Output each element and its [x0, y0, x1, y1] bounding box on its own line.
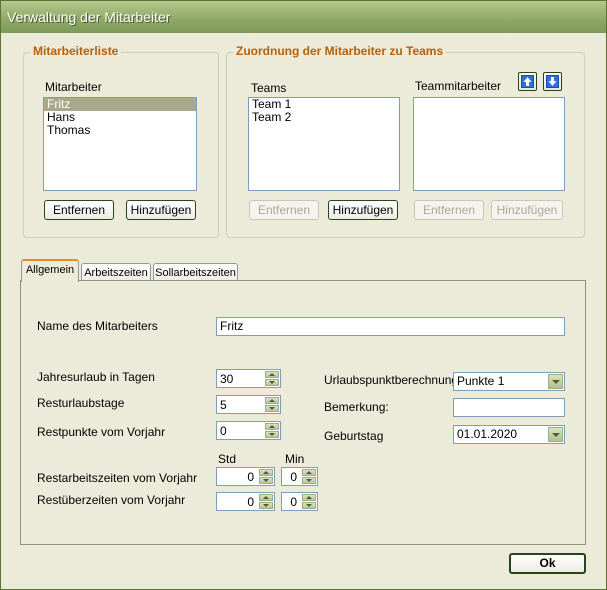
- remaining-worktime-minutes-stepper[interactable]: 0: [281, 467, 318, 486]
- remaining-points-label: Restpunkte vom Vorjahr: [37, 425, 166, 439]
- spin-up-icon[interactable]: [265, 371, 279, 378]
- team-members-listbox[interactable]: [413, 97, 565, 191]
- add-employee-button[interactable]: Hinzufügen: [126, 200, 196, 220]
- remaining-vacation-value: 5: [220, 398, 227, 412]
- teams-listbox[interactable]: Team 1 Team 2: [248, 97, 400, 191]
- add-team-member-button[interactable]: Hinzufügen: [491, 200, 563, 220]
- remaining-overtime-minutes-value: 0: [290, 495, 297, 509]
- vacation-days-label: Jahresurlaub in Tagen: [37, 370, 155, 384]
- remaining-overtime-minutes-spin-buttons[interactable]: [302, 494, 316, 509]
- vacation-days-spin-buttons[interactable]: [265, 371, 279, 386]
- employee-list-label: Mitarbeiter: [45, 80, 102, 94]
- spin-down-icon[interactable]: [259, 502, 273, 509]
- employee-listbox[interactable]: Fritz Hans Thomas: [43, 97, 197, 191]
- remaining-vacation-spin-buttons[interactable]: [265, 397, 279, 412]
- remove-team-member-button[interactable]: Entfernen: [414, 200, 484, 220]
- window-title: Verwaltung der Mitarbeiter: [7, 9, 171, 25]
- move-up-button[interactable]: [518, 72, 537, 91]
- hours-column-header: Std: [218, 452, 237, 466]
- remaining-vacation-stepper[interactable]: 5: [216, 395, 281, 414]
- spin-down-icon[interactable]: [302, 477, 316, 484]
- employee-name-label: Name des Mitarbeiters: [37, 319, 158, 333]
- spin-down-icon[interactable]: [265, 379, 279, 386]
- team-members-label: Teammitarbeiter: [415, 79, 502, 93]
- teams-label: Teams: [251, 81, 287, 95]
- remaining-points-spin-buttons[interactable]: [265, 423, 279, 438]
- vacation-days-stepper[interactable]: 30: [216, 369, 281, 388]
- remaining-vacation-label: Resturlaubstage: [37, 396, 125, 410]
- add-team-button[interactable]: Hinzufügen: [328, 200, 398, 220]
- spin-up-icon[interactable]: [265, 397, 279, 404]
- tab-general[interactable]: Allgemein: [21, 259, 79, 282]
- title-bar[interactable]: Verwaltung der Mitarbeiter: [1, 1, 606, 33]
- vacation-points-value: Punkte 1: [457, 374, 505, 388]
- remaining-overtime-minutes-stepper[interactable]: 0: [281, 492, 318, 511]
- minutes-column-header: Min: [285, 452, 305, 466]
- arrow-down-icon: [546, 75, 559, 88]
- spin-down-icon[interactable]: [265, 405, 279, 412]
- spin-up-icon[interactable]: [259, 469, 273, 476]
- remark-input[interactable]: [453, 398, 565, 417]
- remaining-overtime-hours-stepper[interactable]: 0: [216, 492, 275, 511]
- spin-up-icon[interactable]: [302, 469, 316, 476]
- chevron-down-icon[interactable]: [548, 427, 563, 442]
- spin-up-icon[interactable]: [265, 423, 279, 430]
- remaining-overtime-hours-spin-buttons[interactable]: [259, 494, 273, 509]
- remaining-points-stepper[interactable]: 0: [216, 421, 281, 440]
- remaining-worktime-label: Restarbeitszeiten vom Vorjahr: [37, 471, 198, 485]
- spin-up-icon[interactable]: [302, 494, 316, 501]
- birthday-label: Geburtstag: [324, 429, 384, 443]
- remove-team-button[interactable]: Entfernen: [249, 200, 319, 220]
- vacation-points-label: Urlaubspunktberechnung: [324, 373, 459, 387]
- employee-name-input[interactable]: Fritz: [216, 317, 565, 336]
- employee-list-group-title: Mitarbeiterliste: [30, 44, 122, 58]
- remaining-overtime-label: Restüberzeiten vom Vorjahr: [37, 493, 186, 507]
- team-list-item[interactable]: Team 2: [249, 111, 399, 124]
- remove-employee-button[interactable]: Entfernen: [44, 200, 114, 220]
- spin-down-icon[interactable]: [259, 477, 273, 484]
- spin-up-icon[interactable]: [259, 494, 273, 501]
- spin-down-icon[interactable]: [302, 502, 316, 509]
- arrow-up-icon: [521, 75, 534, 88]
- remaining-worktime-minutes-spin-buttons[interactable]: [302, 469, 316, 484]
- chevron-down-icon[interactable]: [548, 374, 563, 389]
- spin-down-icon[interactable]: [265, 431, 279, 438]
- employee-list-item[interactable]: Thomas: [44, 124, 196, 137]
- birthday-value: 01.01.2020: [457, 427, 518, 441]
- remaining-worktime-hours-stepper[interactable]: 0: [216, 467, 275, 486]
- remaining-worktime-hours-value: 0: [247, 470, 254, 484]
- ok-button[interactable]: Ok: [509, 553, 586, 574]
- birthday-date-picker[interactable]: 01.01.2020: [453, 425, 565, 444]
- remaining-overtime-hours-value: 0: [247, 495, 254, 509]
- remaining-worktime-minutes-value: 0: [290, 470, 297, 484]
- team-assignment-group-title: Zuordnung der Mitarbeiter zu Teams: [233, 44, 447, 58]
- move-down-button[interactable]: [543, 72, 562, 91]
- remaining-worktime-hours-spin-buttons[interactable]: [259, 469, 273, 484]
- remark-label: Bemerkung:: [324, 400, 389, 414]
- vacation-points-select[interactable]: Punkte 1: [453, 372, 565, 391]
- employee-management-window: Verwaltung der Mitarbeiter Mitarbeiterli…: [0, 0, 607, 590]
- vacation-days-value: 30: [220, 372, 234, 386]
- remaining-points-value: 0: [220, 424, 227, 438]
